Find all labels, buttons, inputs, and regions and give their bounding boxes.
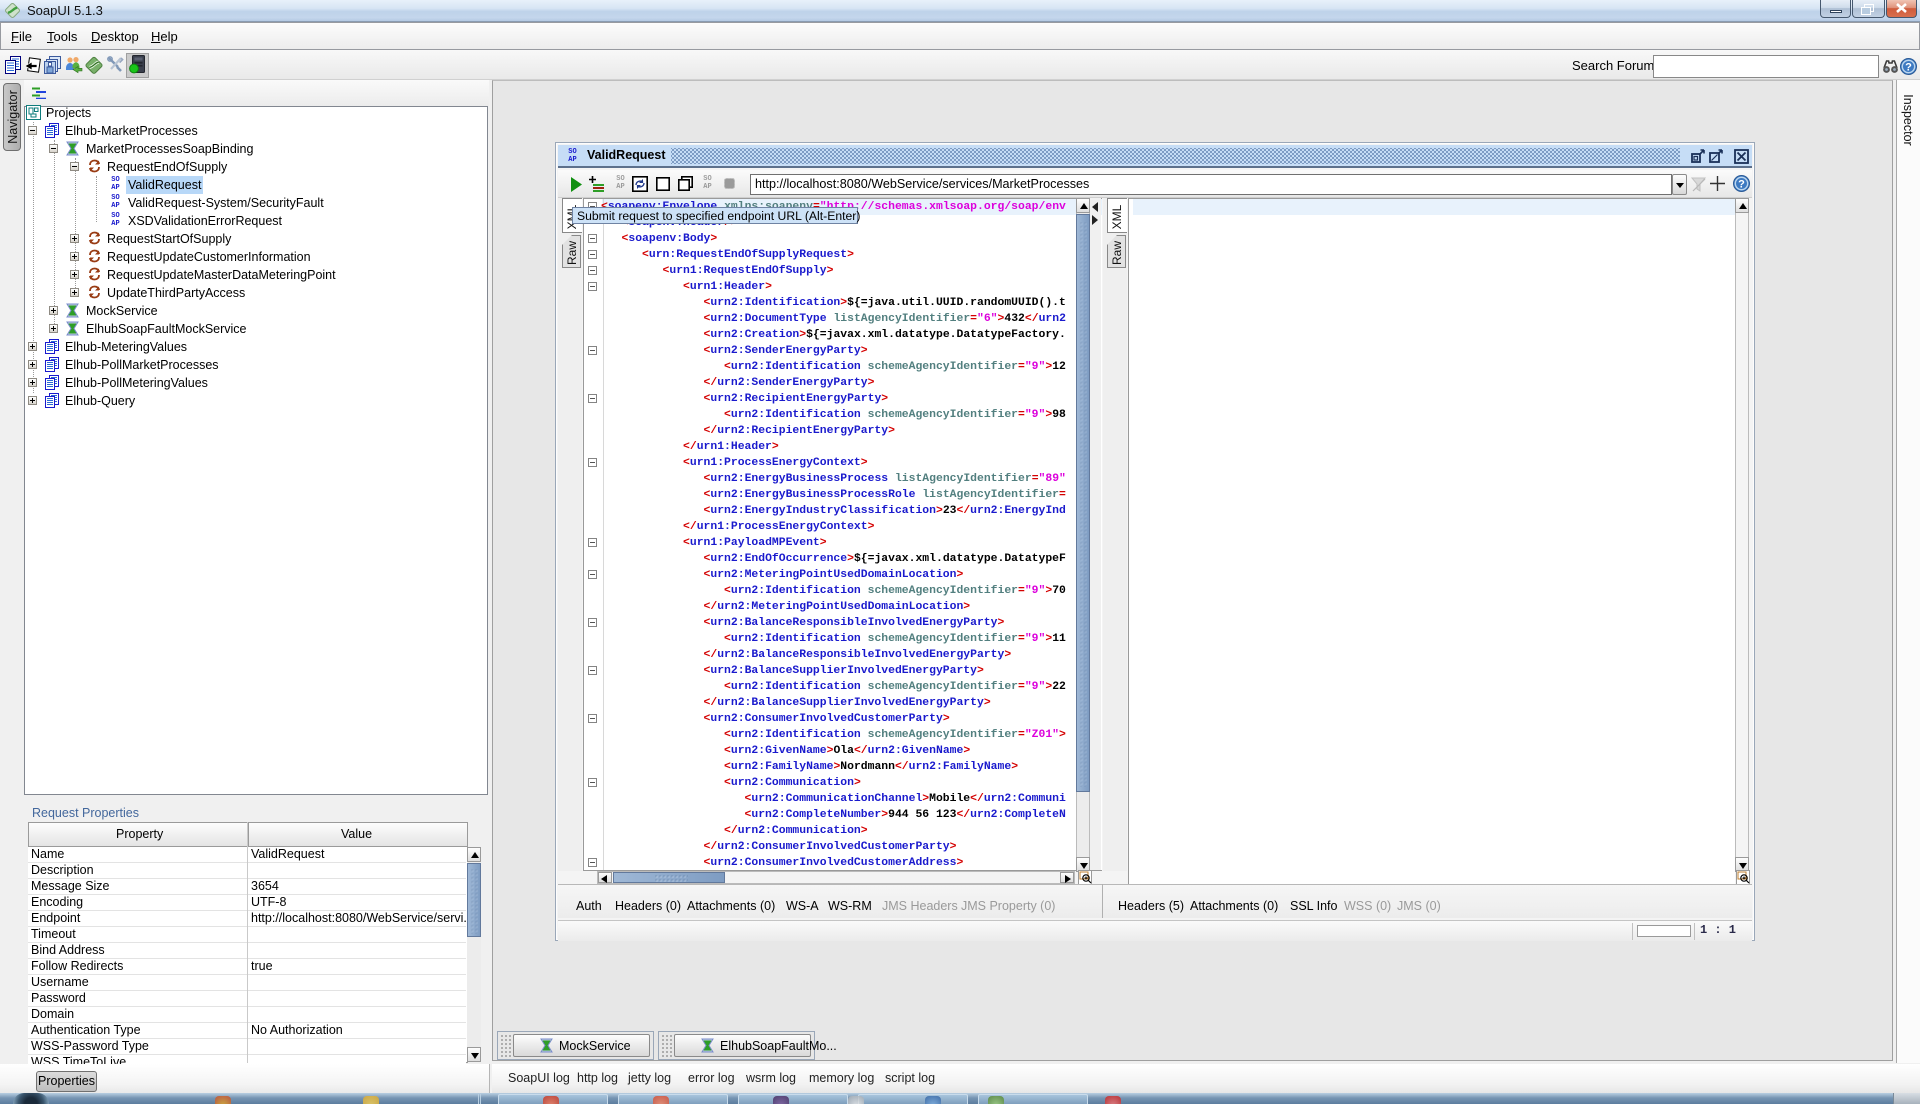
- svg-text:?: ?: [1905, 62, 1912, 74]
- svg-text:?: ?: [1738, 179, 1745, 191]
